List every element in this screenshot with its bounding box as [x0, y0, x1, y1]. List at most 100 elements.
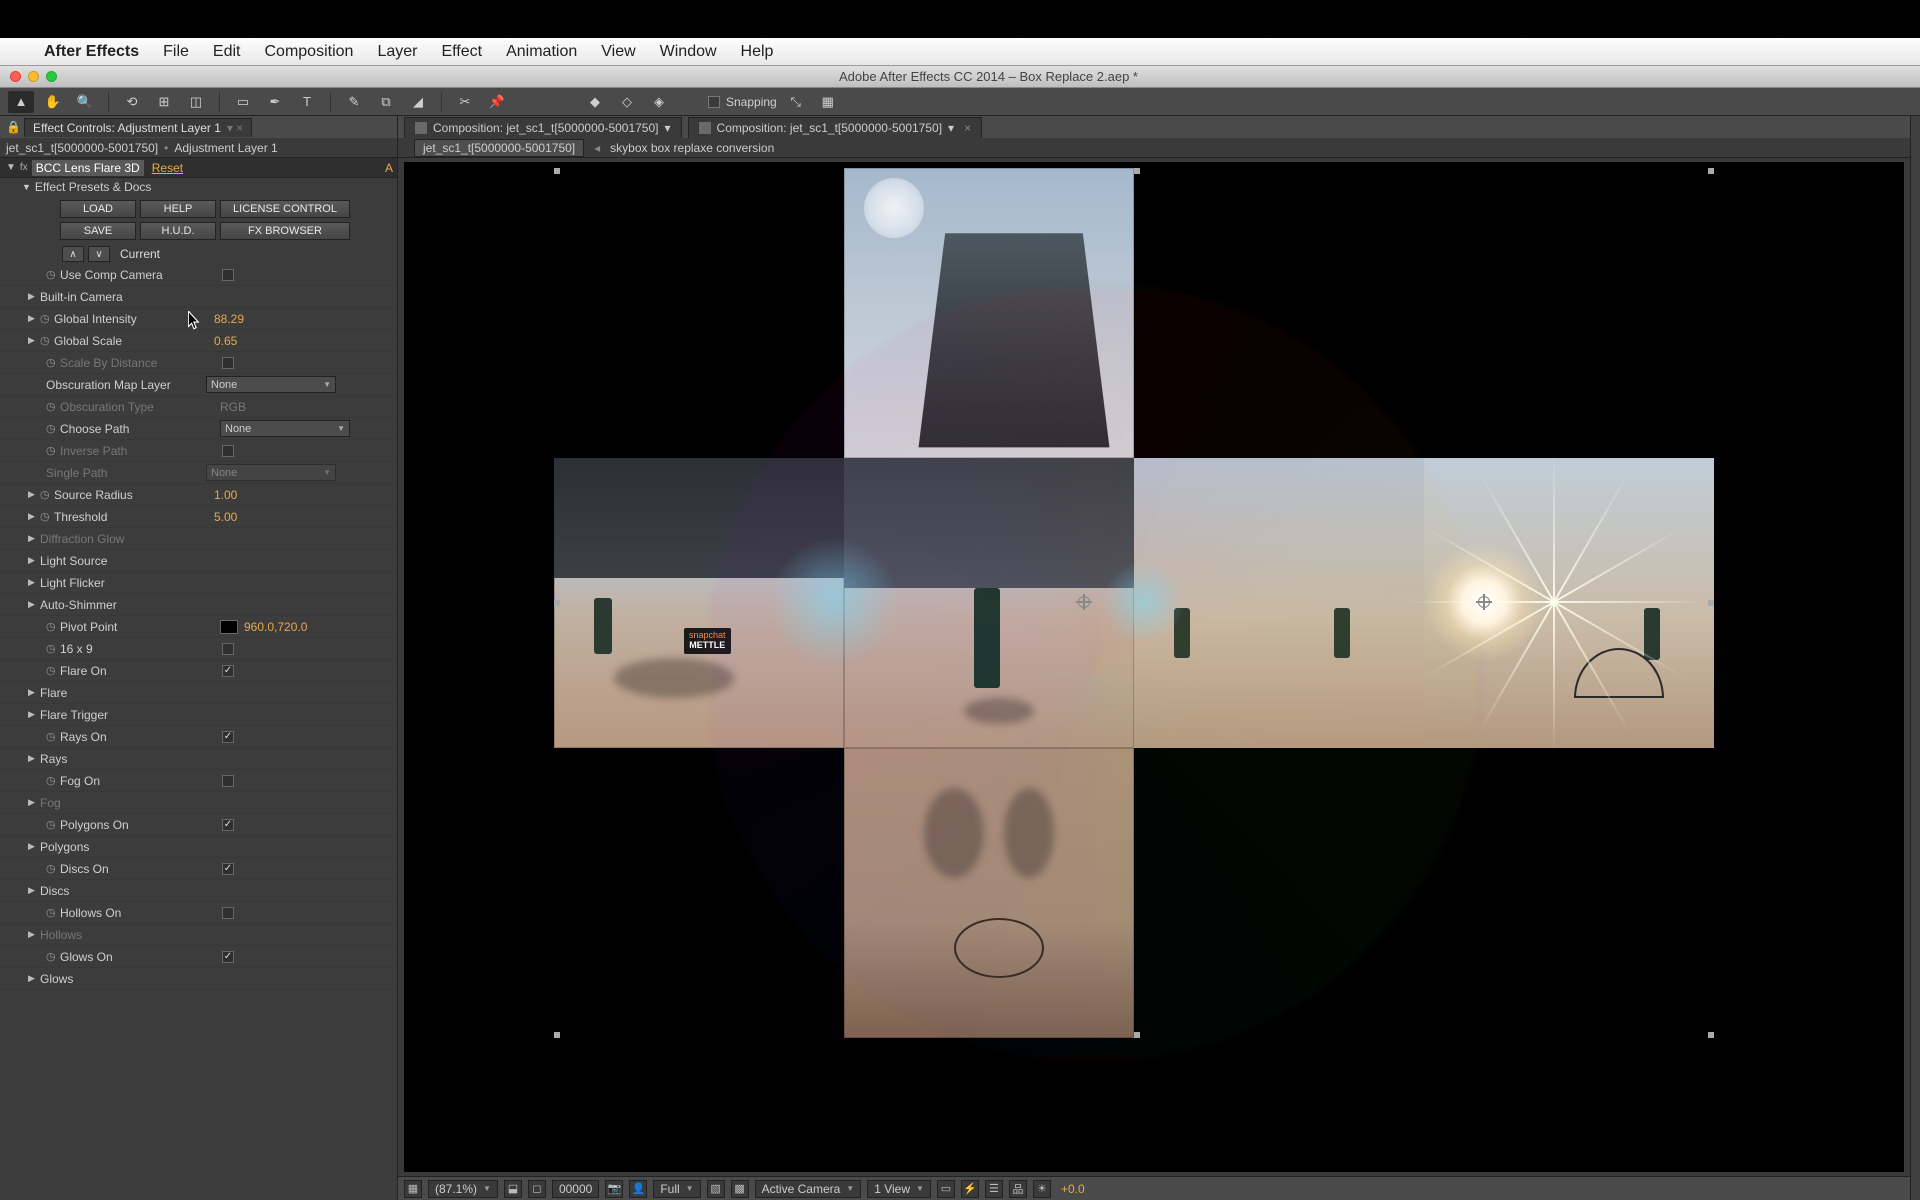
menu-edit[interactable]: Edit — [201, 43, 253, 61]
sixteen-nine-checkbox[interactable] — [222, 643, 234, 655]
menu-layer[interactable]: Layer — [365, 43, 429, 61]
stopwatch-icon[interactable]: ◷ — [46, 730, 60, 743]
stopwatch-icon[interactable]: ◷ — [46, 268, 60, 281]
hand-tool-icon[interactable]: ✋ — [40, 91, 66, 113]
stopwatch-icon[interactable]: ◷ — [46, 950, 60, 963]
selection-tool-icon[interactable]: ▲ — [8, 91, 34, 113]
axis-view-icon[interactable]: ◈ — [646, 91, 672, 113]
tab-menu-icon[interactable]: ▾ × — [227, 121, 243, 135]
tab-dropdown-icon[interactable]: ▾ — [665, 121, 671, 135]
preset-next-button[interactable]: ∨ — [88, 246, 110, 262]
mask-toggle-icon[interactable]: ▩ — [731, 1180, 749, 1198]
effect-source-marker[interactable] — [1476, 594, 1492, 610]
stopwatch-icon[interactable]: ◷ — [46, 818, 60, 831]
disclosure-icon[interactable]: ▶ — [28, 533, 40, 544]
stopwatch-icon[interactable]: ◷ — [46, 642, 60, 655]
disclosure-icon[interactable]: ▶ — [28, 489, 40, 500]
snapshot-icon[interactable]: 📷 — [605, 1180, 623, 1198]
axis-world-icon[interactable]: ◇ — [614, 91, 640, 113]
effect-header[interactable]: ▼fx BCC Lens Flare 3D Reset A — [0, 158, 397, 178]
fog-on-checkbox[interactable] — [222, 775, 234, 787]
menu-view[interactable]: View — [589, 43, 647, 61]
current-frame-field[interactable]: 00000 — [552, 1180, 599, 1198]
window-close-button[interactable] — [10, 71, 21, 82]
hollows-on-checkbox[interactable] — [222, 907, 234, 919]
roi-icon[interactable]: ◻ — [528, 1180, 546, 1198]
selection-handle[interactable] — [1134, 168, 1140, 174]
fast-preview-icon[interactable]: ⚡ — [961, 1180, 979, 1198]
zoom-dropdown[interactable]: (87.1%)▼ — [428, 1180, 498, 1198]
effect-reset-link[interactable]: Reset — [152, 161, 183, 175]
rotation-tool-icon[interactable]: ⟲ — [119, 91, 145, 113]
right-dock[interactable] — [1910, 116, 1920, 1200]
type-tool-icon[interactable]: T — [294, 91, 320, 113]
zoom-tool-icon[interactable]: 🔍 — [72, 91, 98, 113]
axis-local-icon[interactable]: ◆ — [582, 91, 608, 113]
help-button[interactable]: HELP — [140, 200, 216, 218]
composition-tab[interactable]: Composition: jet_sc1_t[5000000-5001750]▾ — [404, 117, 682, 138]
window-minimize-button[interactable] — [28, 71, 39, 82]
pivot-point-target-icon[interactable] — [220, 620, 238, 634]
choose-path-dropdown[interactable]: None▼ — [220, 420, 350, 437]
selection-handle[interactable] — [554, 1032, 560, 1038]
menu-composition[interactable]: Composition — [253, 43, 366, 61]
use-comp-camera-checkbox[interactable] — [222, 269, 234, 281]
disclosure-icon[interactable]: ▶ — [28, 313, 40, 324]
threshold-value[interactable]: 5.00 — [214, 510, 237, 524]
selection-handle[interactable] — [1708, 600, 1714, 606]
disclosure-icon[interactable]: ▶ — [28, 291, 40, 302]
resolution-dropdown[interactable]: Full▼ — [653, 1180, 700, 1198]
tab-dropdown-icon[interactable]: ▾ — [948, 121, 954, 135]
selection-handle[interactable] — [1708, 1032, 1714, 1038]
effect-controls-tab[interactable]: Effect Controls: Adjustment Layer 1▾ × — [24, 118, 252, 137]
breadcrumb-comp[interactable]: jet_sc1_t[5000000-5001750] — [414, 139, 584, 157]
puppet-tool-icon[interactable]: 📌 — [484, 91, 510, 113]
clone-tool-icon[interactable]: ⧉ — [373, 91, 399, 113]
window-zoom-button[interactable] — [46, 71, 57, 82]
preset-prev-button[interactable]: ∧ — [62, 246, 84, 262]
always-preview-icon[interactable]: ▦ — [404, 1180, 422, 1198]
disclosure-icon[interactable]: ▶ — [28, 511, 40, 522]
flowchart-icon[interactable]: 品 — [1009, 1180, 1027, 1198]
stopwatch-icon[interactable]: ◷ — [40, 510, 54, 523]
composition-tab-active[interactable]: Composition: jet_sc1_t[5000000-5001750]▾… — [688, 117, 983, 138]
stopwatch-icon[interactable]: ◷ — [46, 620, 60, 633]
selection-handle[interactable] — [554, 600, 560, 606]
disclosure-icon[interactable]: ▶ — [28, 841, 40, 852]
selection-handle[interactable] — [1134, 1032, 1140, 1038]
menu-file[interactable]: File — [151, 43, 201, 61]
stopwatch-icon[interactable]: ◷ — [46, 422, 60, 435]
snap-box-icon[interactable]: ▦ — [815, 91, 841, 113]
stopwatch-icon[interactable]: ◷ — [46, 906, 60, 919]
snap-edge-icon[interactable]: ⤡ — [783, 91, 809, 113]
disclosure-icon[interactable]: ▶ — [28, 929, 40, 940]
composition-viewer[interactable]: snapchatMETTLE — [404, 162, 1904, 1172]
obscuration-map-dropdown[interactable]: None▼ — [206, 376, 336, 393]
disclosure-icon[interactable]: ▶ — [28, 709, 40, 720]
stopwatch-icon[interactable]: ◷ — [40, 488, 54, 501]
exposure-value[interactable]: +0.0 — [1061, 1182, 1085, 1196]
load-button[interactable]: LOAD — [60, 200, 136, 218]
selection-handle[interactable] — [1708, 168, 1714, 174]
disclosure-icon[interactable]: ▶ — [28, 687, 40, 698]
effect-about-link[interactable]: A — [385, 161, 393, 175]
effect-parameters-list[interactable]: ◷Use Comp Camera ▶Built-in Camera ▶◷Glob… — [0, 264, 397, 1200]
menu-effect[interactable]: Effect — [429, 43, 494, 61]
close-tab-icon[interactable]: × — [964, 121, 971, 135]
eraser-tool-icon[interactable]: ◢ — [405, 91, 431, 113]
pivot-point-value[interactable]: 960.0,720.0 — [244, 620, 307, 634]
transparency-grid-icon[interactable]: ▧ — [707, 1180, 725, 1198]
exposure-reset-icon[interactable]: ☀ — [1033, 1180, 1051, 1198]
show-snapshot-icon[interactable]: 👤 — [629, 1180, 647, 1198]
stopwatch-icon[interactable]: ◷ — [46, 774, 60, 787]
glows-on-checkbox[interactable]: ✓ — [222, 951, 234, 963]
rectangle-tool-icon[interactable]: ▭ — [230, 91, 256, 113]
polygons-on-checkbox[interactable]: ✓ — [222, 819, 234, 831]
stopwatch-icon[interactable]: ◷ — [46, 862, 60, 875]
disclosure-icon[interactable]: ▶ — [28, 753, 40, 764]
disclosure-icon[interactable]: ▶ — [28, 885, 40, 896]
disclosure-icon[interactable]: ▶ — [28, 797, 40, 808]
source-radius-value[interactable]: 1.00 — [214, 488, 237, 502]
disclosure-icon[interactable]: ▶ — [28, 599, 40, 610]
effect-pivot-marker[interactable] — [1076, 594, 1092, 610]
